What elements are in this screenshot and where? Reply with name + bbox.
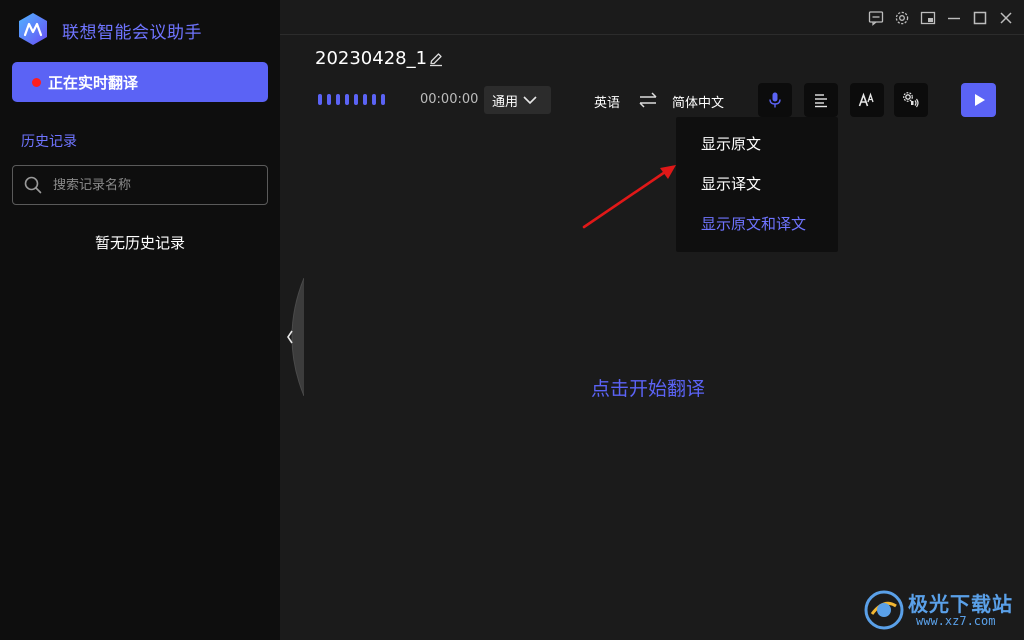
mode-select-value: 通用 — [492, 94, 519, 110]
minimize-button[interactable] — [944, 8, 964, 28]
history-search-input[interactable] — [53, 177, 253, 193]
maximize-button[interactable] — [970, 8, 990, 28]
watermark-url: www.xz7.com — [916, 614, 996, 628]
audio-level-indicator — [318, 94, 385, 105]
font-size-button[interactable] — [850, 83, 884, 117]
speaker-settings-icon — [903, 92, 919, 108]
chevron-down-icon — [523, 96, 537, 105]
session-name: 20230428_1 — [315, 48, 428, 69]
pip-button[interactable] — [918, 8, 938, 28]
history-search-box[interactable] — [12, 165, 268, 205]
close-button[interactable] — [996, 8, 1016, 28]
recording-timer: 00:00:00 — [420, 92, 479, 107]
settings-button[interactable] — [892, 8, 912, 28]
sidebar-collapse-handle[interactable] — [280, 278, 304, 396]
live-translation-label: 正在实时翻译 — [48, 73, 139, 92]
font-size-icon — [858, 92, 874, 107]
app-logo-icon — [19, 13, 47, 45]
microphone-button[interactable] — [758, 83, 792, 117]
search-icon — [24, 176, 42, 194]
display-mode-menu: 显示原文 显示译文 显示原文和译文 — [676, 117, 838, 252]
play-icon — [974, 94, 985, 106]
minimize-icon — [948, 17, 960, 20]
history-title: 历史记录 — [21, 134, 77, 150]
microphone-icon — [769, 92, 781, 108]
maximize-icon — [973, 11, 987, 25]
start-translation-hint[interactable]: 点击开始翻译 — [591, 374, 705, 401]
menu-item-show-original[interactable]: 显示原文 — [676, 123, 838, 163]
chevron-left-icon — [287, 330, 293, 344]
mode-select[interactable]: 通用 — [484, 86, 551, 114]
start-translation-button[interactable] — [961, 83, 996, 117]
close-icon — [1000, 12, 1012, 24]
window-controls — [866, 8, 1016, 28]
menu-item-show-translation[interactable]: 显示译文 — [676, 163, 838, 203]
edit-icon[interactable] — [428, 51, 444, 67]
titlebar-divider — [280, 34, 1024, 35]
recording-dot — [32, 77, 41, 87]
app-title: 联想智能会议助手 — [62, 23, 202, 43]
empty-history-text: 暂无历史记录 — [94, 234, 185, 252]
target-language-select[interactable]: 简体中文 — [672, 92, 724, 111]
live-translation-button[interactable]: 正在实时翻译 — [12, 62, 268, 102]
sidebar: 联想智能会议助手 正在实时翻译 历史记录 暂无历史记录 — [0, 0, 280, 640]
annotation-arrow-icon — [582, 165, 676, 229]
watermark-text: 极光下载站 — [908, 592, 1013, 616]
gear-icon — [895, 11, 909, 25]
watermark: 极光下载站 www.xz7.com — [862, 586, 1022, 636]
swap-icon[interactable] — [638, 90, 658, 110]
pip-icon — [920, 11, 936, 25]
text-layout-icon — [815, 94, 827, 108]
text-display-button[interactable] — [804, 83, 838, 117]
feedback-button[interactable] — [866, 8, 886, 28]
feedback-icon — [868, 11, 884, 26]
speaker-settings-button[interactable] — [894, 83, 928, 117]
watermark-logo-icon — [864, 590, 904, 630]
menu-item-show-both[interactable]: 显示原文和译文 — [676, 203, 838, 243]
source-language-select[interactable]: 英语 — [594, 92, 620, 111]
